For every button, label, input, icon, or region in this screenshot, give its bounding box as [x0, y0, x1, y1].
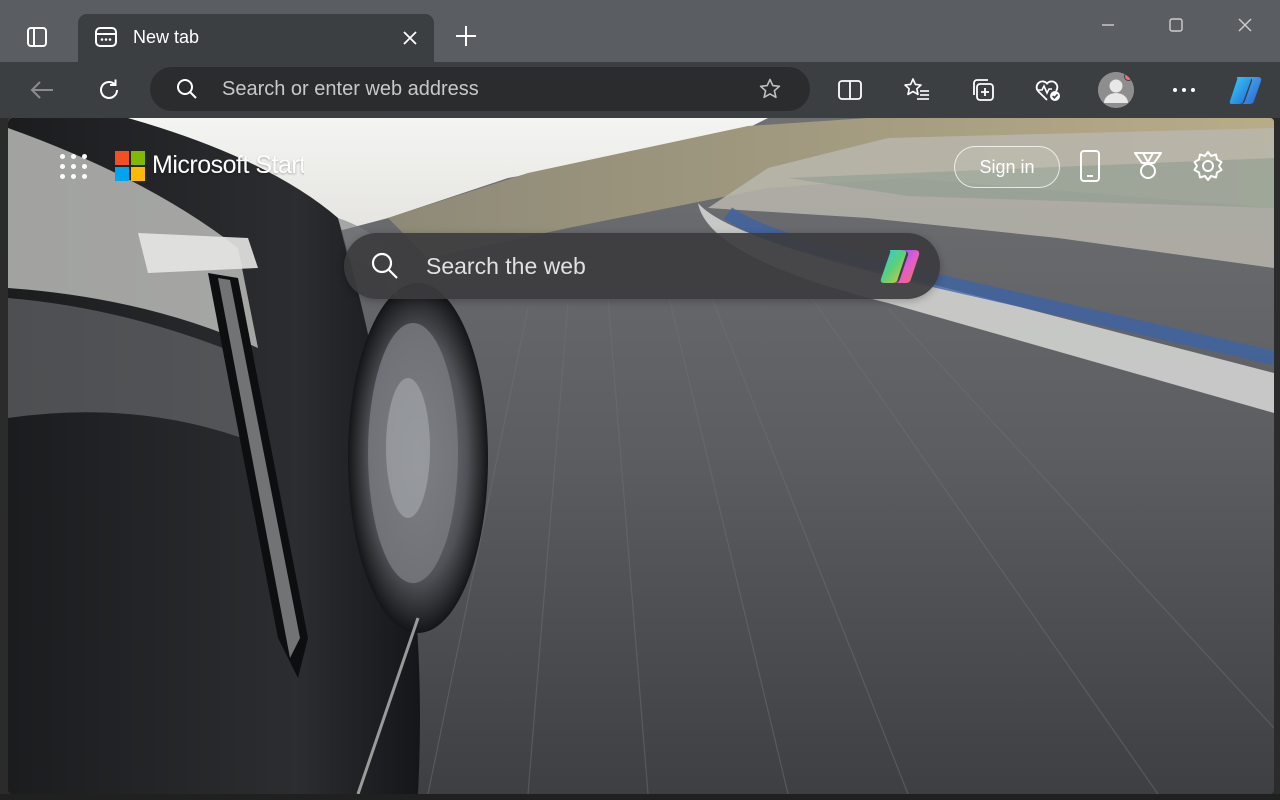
new-tab-page-icon	[94, 25, 118, 54]
collections-icon	[973, 79, 994, 101]
tab-close-button[interactable]	[398, 26, 422, 50]
apps-dot	[60, 153, 65, 159]
tab-new-tab[interactable]: New tab	[78, 14, 434, 62]
rewards-button[interactable]	[1130, 148, 1166, 184]
sign-in-button[interactable]: Sign in	[954, 146, 1060, 188]
copilot-search-button[interactable]	[878, 245, 924, 287]
back-button[interactable]	[22, 70, 62, 110]
browser-toolbar	[0, 62, 1280, 118]
search-icon	[176, 78, 198, 105]
web-search-input[interactable]	[426, 250, 846, 282]
star-icon	[759, 78, 781, 99]
favorites-icon	[904, 78, 929, 100]
tab-actions-icon	[27, 27, 47, 47]
copilot-icon	[880, 250, 920, 283]
search-icon	[370, 251, 400, 286]
web-search-box[interactable]	[344, 233, 940, 299]
apps-dot	[82, 173, 87, 179]
maximize-icon	[1169, 18, 1183, 32]
more-button[interactable]	[1164, 70, 1204, 110]
new-tab-page: Microsoft Start Sign in	[8, 118, 1274, 794]
split-screen-icon	[838, 80, 862, 100]
window-bottom-edge	[0, 794, 1280, 800]
apps-dot	[82, 153, 87, 159]
refresh-icon	[100, 79, 118, 99]
apps-dot	[82, 163, 87, 169]
address-input[interactable]	[222, 75, 742, 103]
refresh-button[interactable]	[89, 70, 129, 110]
more-icon	[1173, 88, 1195, 92]
minimize-icon	[1102, 24, 1114, 26]
browser-essentials-icon	[1035, 80, 1060, 101]
rewards-icon	[1134, 152, 1162, 179]
apps-dot	[71, 163, 76, 169]
copilot-button[interactable]	[1226, 70, 1266, 110]
close-icon	[403, 31, 417, 45]
address-bar[interactable]	[150, 67, 810, 111]
favorites-button[interactable]	[897, 70, 937, 110]
new-tab-button[interactable]	[448, 18, 484, 54]
tab-title: New tab	[133, 27, 200, 47]
phone-icon	[1080, 150, 1100, 182]
notification-dot	[1124, 72, 1133, 81]
back-arrow-icon	[30, 81, 53, 99]
apps-dot	[60, 163, 65, 169]
phone-button[interactable]	[1072, 148, 1108, 184]
settings-icon	[1193, 151, 1223, 181]
collections-button[interactable]	[963, 70, 1003, 110]
background-image	[8, 118, 1274, 794]
profile-avatar[interactable]	[1098, 72, 1134, 108]
close-window-button[interactable]	[1222, 8, 1268, 42]
minimize-button[interactable]	[1085, 8, 1131, 42]
microsoft-logo	[115, 151, 145, 181]
copilot-icon	[1229, 77, 1262, 104]
apps-dot	[60, 173, 65, 179]
tab-actions-button[interactable]	[18, 18, 56, 56]
title-bar: New tab	[0, 0, 1280, 62]
close-icon	[1238, 18, 1252, 32]
plus-icon	[456, 26, 476, 46]
apps-dot	[71, 173, 76, 179]
add-favorite-button[interactable]	[758, 77, 782, 106]
browser-essentials-button[interactable]	[1028, 70, 1068, 110]
brand-title[interactable]: Microsoft Start	[152, 151, 304, 180]
apps-launcher-button[interactable]	[58, 150, 90, 182]
apps-dot	[71, 153, 76, 159]
maximize-button[interactable]	[1153, 8, 1199, 42]
split-screen-button[interactable]	[830, 70, 870, 110]
settings-button[interactable]	[1190, 148, 1226, 184]
